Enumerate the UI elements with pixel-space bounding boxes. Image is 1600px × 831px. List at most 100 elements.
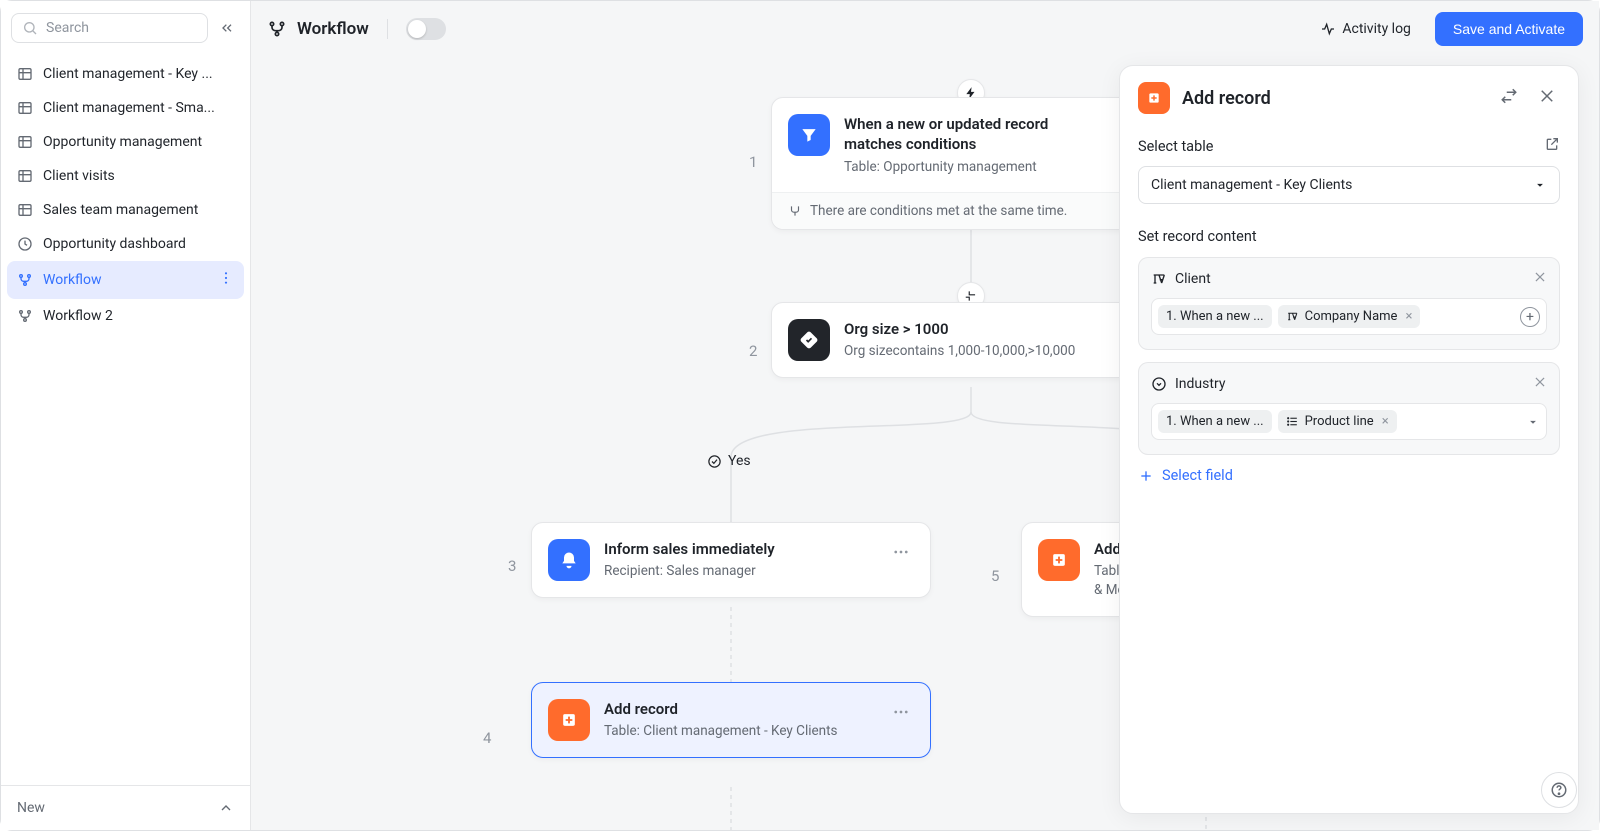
sidebar-item-label: Client management - Key ...: [43, 66, 213, 82]
table-select[interactable]: Client management - Key Clients: [1138, 166, 1560, 204]
node-more-button[interactable]: [888, 539, 914, 569]
sidebar-item-label: Client visits: [43, 168, 115, 184]
field-name: Client: [1175, 271, 1211, 287]
caret-down-icon: [1533, 178, 1547, 192]
table-icon: [17, 168, 33, 184]
node-add-record-key[interactable]: Add record Table: Client management - Ke…: [531, 682, 931, 758]
table-icon: [17, 134, 33, 150]
add-token-button[interactable]: +: [1520, 307, 1540, 327]
page-title: Workflow: [267, 19, 369, 39]
sidebar-item-workflow[interactable]: Workflow: [7, 261, 244, 299]
topbar: Workflow Activity log Save and Activate: [251, 1, 1599, 57]
node-inform[interactable]: Inform sales immediately Recipient: Sale…: [531, 522, 931, 598]
external-link-icon: [1544, 136, 1560, 152]
workflow-icon: [17, 308, 33, 324]
divider: [387, 19, 388, 39]
sidebar-new-label: New: [17, 800, 45, 816]
sidebar-item-client-key[interactable]: Client management - Key ...: [7, 57, 244, 91]
chevron-up-icon: [218, 800, 234, 816]
select-table-label: Select table: [1138, 138, 1213, 155]
help-icon: [1550, 781, 1568, 799]
main: Workflow Activity log Save and Activate: [251, 1, 1599, 830]
close-icon: [1533, 270, 1547, 284]
remove-token-button[interactable]: ×: [1405, 309, 1412, 324]
node-title: Add record: [604, 699, 870, 719]
sidebar-item-label: Opportunity management: [43, 134, 202, 150]
caret-down-icon[interactable]: [1526, 415, 1540, 429]
add-record-icon: [1038, 539, 1080, 581]
remove-field-button[interactable]: [1533, 375, 1547, 393]
select-field-icon: [1151, 376, 1167, 392]
table-icon: [17, 100, 33, 116]
table-icon: [17, 66, 33, 82]
node-subtitle: Org sizecontains 1,000-10,000,>10,000: [844, 342, 1110, 361]
check-circle-icon: [707, 454, 722, 469]
sidebar-new-button[interactable]: New: [1, 785, 250, 830]
nav-list: Client management - Key ... Client manag…: [1, 51, 250, 785]
node-more-button[interactable]: [888, 699, 914, 729]
activate-toggle[interactable]: [406, 18, 446, 40]
remove-token-button[interactable]: ×: [1382, 414, 1389, 429]
field-name: Industry: [1175, 376, 1225, 392]
sidebar-item-label: Client management - Sma...: [43, 100, 215, 116]
inspector-panel: Add record Select table Client managemen…: [1119, 65, 1579, 814]
plus-icon: [1138, 468, 1154, 484]
dashboard-icon: [17, 236, 33, 252]
node-footer: There are conditions met at the same tim…: [772, 192, 1170, 229]
selected-table-value: Client management - Key Clients: [1151, 177, 1352, 193]
token-step-ref[interactable]: 1. When a new ...: [1158, 305, 1272, 328]
node-subtitle: Table: Client management - Key Clients: [604, 722, 870, 741]
node-number: 1: [749, 153, 757, 171]
node-condition[interactable]: Org size > 1000 Org sizecontains 1,000-1…: [771, 302, 1171, 378]
node-number: 4: [483, 729, 491, 747]
text-field-icon: [1286, 310, 1299, 323]
select-field-button[interactable]: Select field: [1138, 467, 1560, 484]
expand-button[interactable]: [1496, 83, 1522, 113]
search-input[interactable]: Search: [11, 13, 208, 43]
table-icon: [17, 202, 33, 218]
activity-log-button[interactable]: Activity log: [1310, 15, 1421, 43]
add-record-icon: [1138, 82, 1170, 114]
sidebar-item-sales-team[interactable]: Sales team management: [7, 193, 244, 227]
workflow-icon: [17, 272, 33, 288]
branch-yes-label: Yes: [707, 453, 751, 469]
set-content-label: Set record content: [1138, 228, 1560, 245]
node-trigger[interactable]: When a new or updated record matches con…: [771, 97, 1171, 230]
sidebar-item-dashboard[interactable]: Opportunity dashboard: [7, 227, 244, 261]
sidebar-item-label: Workflow 2: [43, 308, 113, 324]
help-button[interactable]: [1541, 772, 1577, 808]
sidebar-item-client-small[interactable]: Client management - Sma...: [7, 91, 244, 125]
token-field-ref[interactable]: Product line ×: [1278, 410, 1397, 433]
search-icon: [22, 20, 38, 36]
token-field-ref[interactable]: Company Name ×: [1278, 305, 1421, 328]
save-activate-button[interactable]: Save and Activate: [1435, 12, 1583, 46]
node-number: 2: [749, 342, 757, 360]
panel-title: Add record: [1182, 88, 1484, 109]
more-icon[interactable]: [218, 270, 234, 290]
close-panel-button[interactable]: [1534, 83, 1560, 113]
record-field-client: Client 1. When a new ... Company Name ×: [1138, 257, 1560, 350]
node-title: Org size > 1000: [844, 319, 1110, 339]
field-value-input[interactable]: 1. When a new ... Product line ×: [1151, 403, 1547, 440]
token-step-ref[interactable]: 1. When a new ...: [1158, 410, 1272, 433]
workflow-icon: [267, 19, 287, 39]
branch-icon: [788, 204, 802, 218]
remove-field-button[interactable]: [1533, 270, 1547, 288]
collapse-sidebar-button[interactable]: [214, 15, 240, 41]
filter-icon: [788, 114, 830, 156]
node-subtitle: Table: Opportunity management: [844, 158, 1110, 177]
sidebar-item-opportunity[interactable]: Opportunity management: [7, 125, 244, 159]
close-icon: [1538, 87, 1556, 105]
sidebar-item-client-visits[interactable]: Client visits: [7, 159, 244, 193]
sidebar-item-label: Opportunity dashboard: [43, 236, 186, 252]
swap-icon: [1500, 87, 1518, 105]
open-external-button[interactable]: [1544, 136, 1560, 156]
sidebar-item-workflow-2[interactable]: Workflow 2: [7, 299, 244, 333]
chevrons-left-icon: [219, 20, 235, 36]
list-icon: [1286, 415, 1299, 428]
add-record-icon: [548, 699, 590, 741]
sidebar-item-label: Workflow: [43, 272, 102, 288]
record-field-industry: Industry 1. When a new ... Product line …: [1138, 362, 1560, 455]
activity-icon: [1320, 21, 1336, 37]
field-value-input[interactable]: 1. When a new ... Company Name × +: [1151, 298, 1547, 335]
